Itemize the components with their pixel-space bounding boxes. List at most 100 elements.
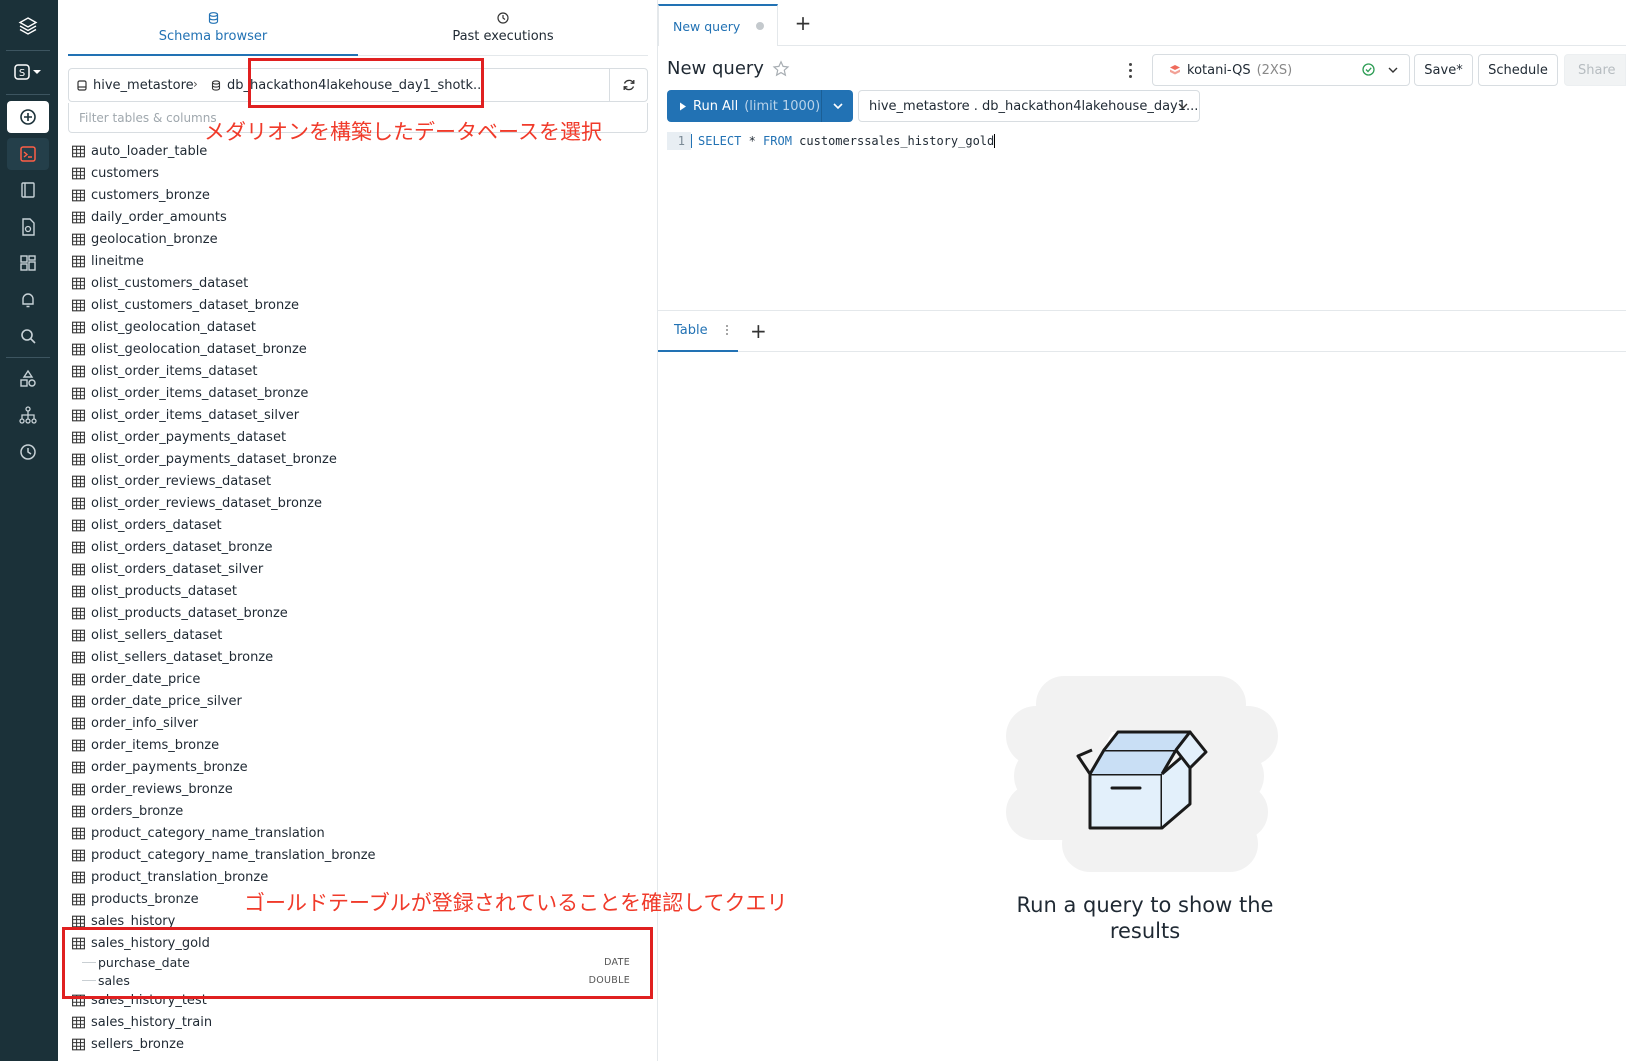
queries-icon[interactable] [7,211,49,243]
table-name: customers [91,165,159,181]
table-name: olist_products_dataset_bronze [91,605,288,621]
table-row[interactable]: daily_order_amounts [72,206,642,228]
hierarchy-icon[interactable] [7,399,49,431]
table-name: sellers_bronze [91,1036,184,1052]
table-row[interactable]: order_info_silver [72,712,642,734]
table-row[interactable]: olist_order_reviews_dataset_bronze [72,492,642,514]
table-row[interactable]: olist_products_dataset [72,580,642,602]
table-row[interactable]: olist_orders_dataset_silver [72,558,642,580]
table-row[interactable]: olist_orders_dataset_bronze [72,536,642,558]
table-icon [72,563,85,575]
table-row[interactable]: olist_order_reviews_dataset [72,470,642,492]
table-row[interactable]: olist_orders_dataset [72,514,642,536]
table-name: product_category_name_translation_bronze [91,847,376,863]
table-name: products_bronze [91,891,199,907]
table-row[interactable]: order_payments_bronze [72,756,642,778]
svg-text:S: S [19,68,25,79]
table-row[interactable]: lineitme [72,250,642,272]
refresh-button[interactable] [609,69,647,101]
sql-token: * [741,133,764,148]
text-cursor [994,134,996,149]
tab-new-query[interactable]: New query [658,4,778,46]
more-options-icon[interactable] [1122,58,1138,82]
table-row[interactable]: product_category_name_translation [72,822,642,844]
database-icon [208,12,218,24]
table-row[interactable]: order_date_price [72,668,642,690]
catalog-select[interactable]: hive_metastore [77,69,194,101]
table-row[interactable]: olist_order_payments_dataset [72,426,642,448]
run-all-button[interactable]: Run All (limit 1000) [667,90,853,122]
chevron-down-icon [832,103,843,110]
sql-token: customerssales_history_gold [791,133,995,148]
star-icon[interactable] [772,59,790,78]
table-row[interactable]: customers_bronze [72,184,642,206]
table-row[interactable]: olist_geolocation_dataset_bronze [72,338,642,360]
alerts-icon[interactable] [7,284,49,316]
table-row[interactable]: olist_order_payments_dataset_bronze [72,448,642,470]
table-row[interactable]: orders_bronze [72,800,642,822]
table-row[interactable]: olist_customers_dataset_bronze [72,294,642,316]
table-row[interactable]: order_date_price_silver [72,690,642,712]
search-icon[interactable] [7,320,49,352]
table-row[interactable]: order_items_bronze [72,734,642,756]
table-icon [72,497,85,509]
results-tabs: Table + [658,310,1626,352]
table-row[interactable]: geolocation_bronze [72,228,642,250]
tab-label: Schema browser [158,29,268,44]
save-button[interactable]: Save* [1414,54,1473,86]
table-name: olist_sellers_dataset_bronze [91,649,274,665]
run-main[interactable]: Run All (limit 1000) [667,90,821,122]
workspace-switch-icon[interactable]: S [7,56,49,88]
add-tab-button[interactable]: + [790,10,816,36]
dashboards-icon[interactable] [7,247,49,279]
run-label: Run All [693,98,739,114]
table-row[interactable]: olist_order_items_dataset_silver [72,404,642,426]
sql-editor-icon[interactable] [7,138,49,170]
table-row[interactable]: product_translation_bronze [72,866,642,888]
history-icon[interactable] [7,436,49,468]
table-row[interactable]: olist_products_dataset_bronze [72,602,642,624]
table-name: olist_orders_dataset [91,517,222,533]
share-button[interactable]: Share [1564,54,1626,86]
run-options-button[interactable] [822,90,853,122]
table-icon [72,277,85,289]
table-row[interactable]: customers [72,162,642,184]
table-name: olist_order_reviews_dataset [91,473,272,489]
databricks-logo-icon[interactable] [7,10,49,42]
table-row[interactable]: product_category_name_translation_bronze [72,844,642,866]
new-icon[interactable] [7,101,49,133]
table-row[interactable]: olist_sellers_dataset_bronze [72,646,642,668]
table-icon [72,431,85,443]
tab-options-icon[interactable] [726,325,728,335]
sql-editor[interactable]: 1 SELECT * FROM customerssales_history_g… [667,132,996,150]
table-name: olist_order_items_dataset [91,363,258,379]
check-circle-icon [1362,63,1375,76]
schedule-button[interactable]: Schedule [1478,54,1558,86]
warehouse-select[interactable]: kotani-QS (2XS) [1152,54,1410,86]
sql-line[interactable]: SELECT * FROM customerssales_history_gol… [691,133,996,149]
run-limit: (limit 1000) [744,98,821,114]
tab-past-executions[interactable]: Past executions [358,0,648,56]
add-visualization-button[interactable]: + [750,319,767,343]
table-row[interactable]: olist_order_items_dataset [72,360,642,382]
database-icon [77,79,87,91]
nav-rail: S [0,0,58,1061]
table-name: sales_history_train [91,1014,213,1030]
table-row[interactable]: olist_order_items_dataset_bronze [72,382,642,404]
table-row[interactable]: sales_history_train [72,1011,642,1033]
table-name: olist_order_reviews_dataset_bronze [91,495,322,511]
table-row[interactable]: olist_customers_dataset [72,272,642,294]
table-row[interactable]: olist_geolocation_dataset [72,316,642,338]
table-name: order_reviews_bronze [91,781,233,797]
table-name: olist_orders_dataset_bronze [91,539,273,555]
tab-schema-browser[interactable]: Schema browser [68,0,358,56]
tab-label: Past executions [452,29,554,44]
table-icon [72,343,85,355]
table-row[interactable]: sellers_bronze [72,1033,642,1055]
table-row[interactable]: order_reviews_bronze [72,778,642,800]
context-select[interactable]: hive_metastore . db_hackathon4lakehouse_… [858,90,1200,122]
query-title[interactable]: New query [667,58,790,79]
table-row[interactable]: olist_sellers_dataset [72,624,642,646]
shapes-icon[interactable] [7,363,49,395]
notebook-icon[interactable] [7,174,49,206]
